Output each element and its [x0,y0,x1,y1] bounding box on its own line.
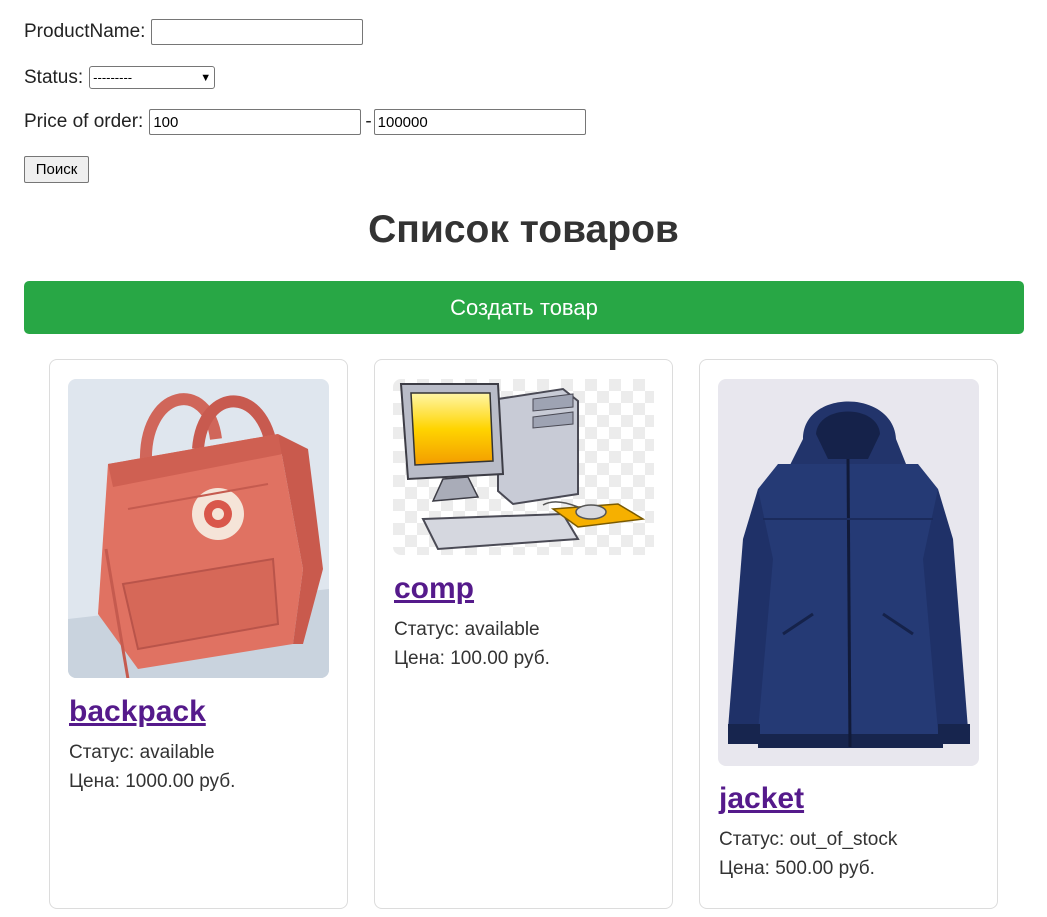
product-price: Цена: 500.00 руб. [719,858,875,879]
computer-image [393,379,654,555]
status-select[interactable]: --------- ▼ [89,66,216,89]
jacket-image [718,379,979,766]
product-status: Статус: available [394,619,540,640]
price-max-input[interactable] [373,109,586,135]
product-card-backpack: backpack Статус: available Цена: 1000.00… [49,359,348,909]
product-price: Цена: 1000.00 руб. [69,771,236,792]
filter-row-status: Status: --------- ▼ [24,66,216,89]
page-title: Список товаров [368,208,679,251]
chevron-down-icon: ▼ [200,71,212,84]
product-status: Статус: available [69,742,215,763]
product-card-jacket: jacket Статус: out_of_stock Цена: 500.00… [699,359,998,909]
product-link[interactable]: jacket [719,782,804,816]
price-separator: - [365,111,372,132]
product-status: Статус: out_of_stock [719,829,898,850]
backpack-image [68,379,329,678]
product-card-comp: comp Статус: available Цена: 100.00 руб. [374,359,673,909]
filter-row-product-name: ProductName: [24,19,364,45]
create-product-button[interactable]: Создать товар [24,281,1024,334]
price-label: Price of order: [24,111,144,132]
status-select-value: --------- [93,70,133,85]
filter-row-submit: Поиск [24,156,89,183]
product-link[interactable]: comp [394,572,474,606]
product-price: Цена: 100.00 руб. [394,648,550,669]
price-min-input[interactable] [149,109,362,135]
search-button[interactable]: Поиск [24,156,89,183]
status-label: Status: [24,66,84,88]
product-name-input[interactable] [151,19,364,45]
product-link[interactable]: backpack [69,695,206,729]
filter-row-price: Price of order: - [24,109,586,135]
product-name-label: ProductName: [24,21,146,42]
